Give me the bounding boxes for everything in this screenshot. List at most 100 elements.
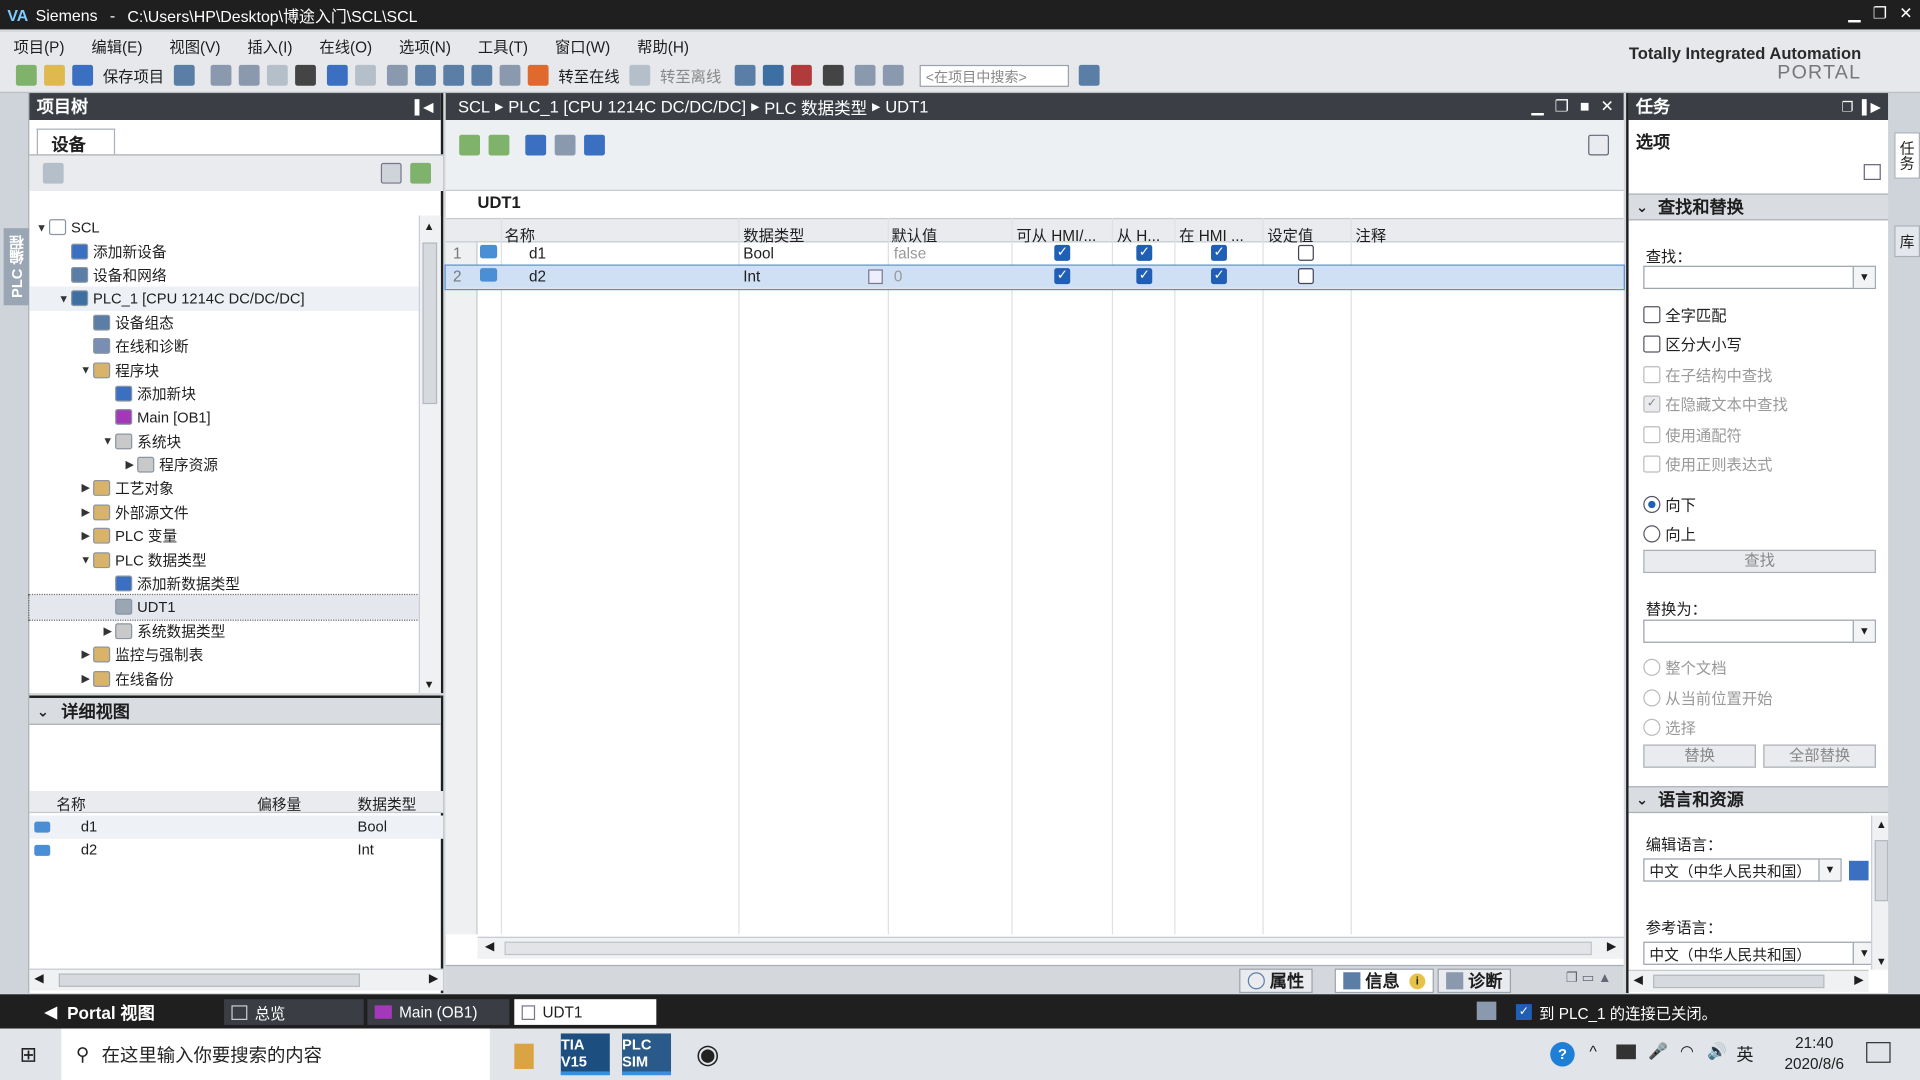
opt-hidden-text[interactable]: ✓ 在隐藏文本中查找 [1643,392,1788,415]
windows-start-icon[interactable]: ⊞ [20,1043,37,1067]
tasks-side-tab[interactable]: 任务 [1894,132,1920,179]
file-explorer-icon[interactable]: ▇ [500,1033,549,1075]
find-button[interactable]: 查找 [1643,549,1876,574]
tree-expander-icon[interactable]: ▶ [122,458,137,471]
simulation-icon[interactable] [471,64,493,86]
ime-indicator[interactable]: 英 [1736,1042,1753,1066]
battery-icon[interactable] [1616,1044,1636,1060]
edit-language-select[interactable]: 中文（中华人民共和国） ▼ [1643,858,1842,882]
tree-settings-icon[interactable] [42,162,64,184]
start-cpu-icon[interactable] [762,64,784,86]
breadcrumb-datatypes[interactable]: PLC 数据类型 [764,94,867,118]
main-ob1-tab[interactable]: Main (OB1) [367,999,510,1025]
minimize-button[interactable]: ▁ [1848,4,1860,24]
expand-all-icon[interactable] [525,134,547,156]
tree-expander-icon[interactable]: ▶ [78,672,93,685]
member-default[interactable]: false [894,245,926,262]
tree-expander-icon[interactable]: ▼ [78,554,93,566]
member-type[interactable]: Int [743,268,760,285]
detail-row[interactable]: d1 Bool [29,815,444,839]
editor-maximize-icon[interactable]: ■ [1580,97,1590,117]
detail-col-offset[interactable]: 偏移量 [257,793,301,814]
split-vertical-icon[interactable] [882,64,904,86]
overview-icon[interactable] [380,162,402,184]
accessible-devices-icon[interactable] [734,64,756,86]
dir-down-radio[interactable] [1643,495,1661,513]
menu-view[interactable]: 视图(V) [156,34,234,57]
cut-icon[interactable] [210,64,232,86]
replace-input[interactable]: ▼ [1643,619,1876,643]
hmi-access-checkbox[interactable] [1054,244,1071,261]
member-type[interactable]: Bool [743,245,774,262]
dir-up-radio[interactable] [1643,524,1661,542]
options-layout-icon[interactable] [1863,164,1881,181]
properties-tab[interactable]: 属性 [1239,968,1313,994]
tree-item[interactable]: Main [OB1] [29,405,418,429]
diagnostics-tab[interactable]: 诊断 [1437,968,1512,994]
tree-item[interactable]: ▼ PLC_1 [CPU 1214C DC/DC/DC] [29,286,419,311]
tray-expand-icon[interactable]: ^ [1589,1042,1596,1060]
breadcrumb-plc[interactable]: PLC_1 [CPU 1214C DC/DC/DC] [508,97,746,115]
tia-portal-app-icon[interactable]: TIA V15 [560,1033,610,1076]
new-project-icon[interactable] [15,64,37,86]
save-icon[interactable] [72,64,94,86]
volume-icon[interactable]: 🔊 [1707,1042,1727,1062]
hmi-access-checkbox[interactable] [1054,267,1071,285]
detail-row[interactable]: d2 Int [29,839,443,862]
plc-programming-tab[interactable]: PLC 编程 [3,227,30,306]
copy-icon[interactable] [238,64,260,86]
scope-document[interactable]: 整个文档 [1643,655,1727,678]
tree-expander-icon[interactable]: ▼ [56,292,71,304]
collapse-all-icon[interactable] [554,134,576,156]
opt-regex[interactable]: 使用正则表达式 [1643,452,1772,475]
scope-selection[interactable]: 选择 [1643,715,1696,738]
tree-item[interactable]: 在线和诊断 [29,334,418,358]
download-all-icon[interactable] [499,64,521,86]
replace-all-button[interactable]: 全部替换 [1763,744,1876,768]
tree-item[interactable]: ▶ PLC 变量 [29,524,418,548]
go-offline-button[interactable]: 转至离线 [660,64,721,87]
hmi-visible-checkbox[interactable] [1211,244,1227,261]
opt-substructures[interactable]: 在子结构中查找 [1643,362,1772,385]
obs-app-icon[interactable]: ◉ [683,1033,732,1075]
tree-item[interactable]: 设备组态 [29,310,418,334]
dropdown-arrow-icon[interactable]: ▼ [1852,266,1875,288]
libraries-side-tab[interactable]: 库 [1894,225,1920,258]
go-online-button[interactable]: 转至在线 [558,64,619,87]
member-default[interactable]: 0 [894,268,903,285]
wildcards-checkbox[interactable] [1643,425,1661,443]
go-online-icon[interactable] [527,64,549,86]
opt-whole-word[interactable]: 全字匹配 [1643,302,1727,325]
info-tab[interactable]: 信息 i [1334,968,1434,994]
menu-project[interactable]: 项目(P) [0,34,78,57]
tree-item[interactable]: ▶ 监控与强制表 [29,643,418,667]
match-case-checkbox[interactable] [1643,334,1661,353]
paste-icon[interactable] [266,64,288,86]
tree-expander-icon[interactable]: ▶ [100,624,115,637]
menu-help[interactable]: 帮助(H) [624,34,703,57]
editor-float-icon[interactable]: ❐ [1555,97,1569,117]
tree-item[interactable]: ▼ PLC 数据类型 [29,548,418,572]
tree-item[interactable]: ▶ 外部源文件 [29,500,418,524]
stop-cpu-icon[interactable] [791,64,812,86]
tree-sync-icon[interactable] [410,162,432,184]
delete-icon[interactable] [295,64,316,86]
udt1-tab[interactable]: UDT1 [514,999,657,1025]
editor-close-icon[interactable]: ✕ [1601,97,1614,117]
editor-hscrollbar[interactable]: ◀ ▶ [477,936,1624,959]
substructures-checkbox[interactable] [1643,365,1661,383]
detail-view-header[interactable]: ⌄ 详细视图 [29,695,441,725]
scope-selection-radio[interactable] [1643,718,1661,736]
tree-item[interactable]: ▶ 工艺对象 [29,477,418,501]
tree-item[interactable]: ▼ 系统块 [29,429,418,453]
menu-options[interactable]: 选项(N) [386,34,465,57]
inspector-window-controls[interactable]: ❐ ▭ ▲ [1566,970,1612,986]
menu-tools[interactable]: 工具(T) [464,34,541,57]
taskbar-search[interactable]: ⚲ 在这里输入你要搜索的内容 [61,1028,490,1080]
hidden-text-checkbox[interactable]: ✓ [1643,394,1661,413]
setpoint-checkbox[interactable] [1297,268,1314,285]
upload-icon[interactable] [443,64,465,86]
tree-item[interactable]: 添加新设备 [29,239,418,263]
editor-options-icon[interactable] [1588,134,1609,156]
tree-item[interactable]: UDT1 [28,594,421,621]
